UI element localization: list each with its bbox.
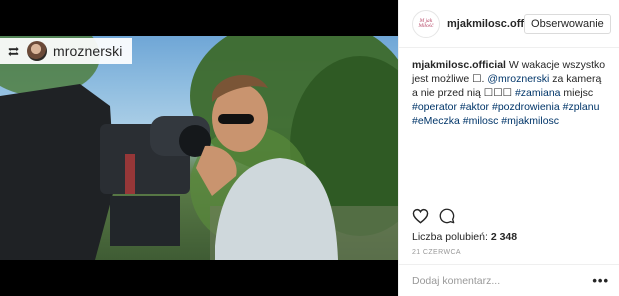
likes-label: Liczba polubień: — [412, 231, 488, 243]
comment-icon[interactable] — [439, 208, 455, 224]
repost-badge[interactable]: mroznerski — [0, 38, 133, 64]
post-photo[interactable] — [0, 36, 398, 260]
repost-username[interactable]: mroznerski — [53, 43, 122, 59]
photo-illustration — [0, 36, 398, 260]
caption-mention[interactable]: @mroznerski — [487, 73, 549, 85]
more-options-button[interactable]: ••• — [592, 274, 609, 287]
hashtag-link[interactable]: #zplanu — [563, 101, 600, 113]
post-panel: M jak Miłość mjakmilosc.off Obserwowanie… — [398, 0, 619, 296]
comment-bar: ••• — [399, 264, 619, 296]
repost-avatar — [27, 41, 47, 61]
repost-icon — [8, 46, 19, 56]
account-username[interactable]: mjakmilosc.off — [447, 18, 524, 30]
hashtag-link[interactable]: #milosc — [463, 115, 499, 127]
hashtag-link[interactable]: #pozdrowienia — [492, 101, 560, 113]
post-header: M jak Miłość mjakmilosc.off Obserwowanie — [399, 0, 619, 48]
likes-count-row[interactable]: Liczba polubień: 2 348 — [412, 231, 517, 243]
hashtag-link[interactable]: #zamiana — [515, 87, 561, 99]
account-avatar[interactable]: M jak Miłość — [412, 9, 440, 38]
hashtag-link[interactable]: #eMeczka — [412, 115, 460, 127]
hashtag-link[interactable]: #operator — [412, 101, 457, 113]
caption-author[interactable]: mjakmilosc.official — [412, 59, 506, 71]
caption-text: miejsc — [563, 87, 594, 99]
avatar-logo-text: M jak Miłość — [418, 18, 434, 29]
heart-icon[interactable] — [412, 208, 429, 224]
post-caption: mjakmilosc.official W wakacje wszystko j… — [399, 48, 619, 128]
hashtag-link[interactable]: #aktor — [460, 101, 489, 113]
hashtag-link[interactable]: #mjakmilosc — [501, 115, 559, 127]
comment-input[interactable] — [412, 274, 593, 287]
post-date: 21 CZERWCA — [412, 249, 461, 256]
post-media: mroznerski — [0, 0, 398, 296]
follow-button[interactable]: Obserwowanie — [524, 13, 611, 34]
post-actions — [412, 208, 455, 224]
likes-count: 2 348 — [490, 231, 518, 243]
